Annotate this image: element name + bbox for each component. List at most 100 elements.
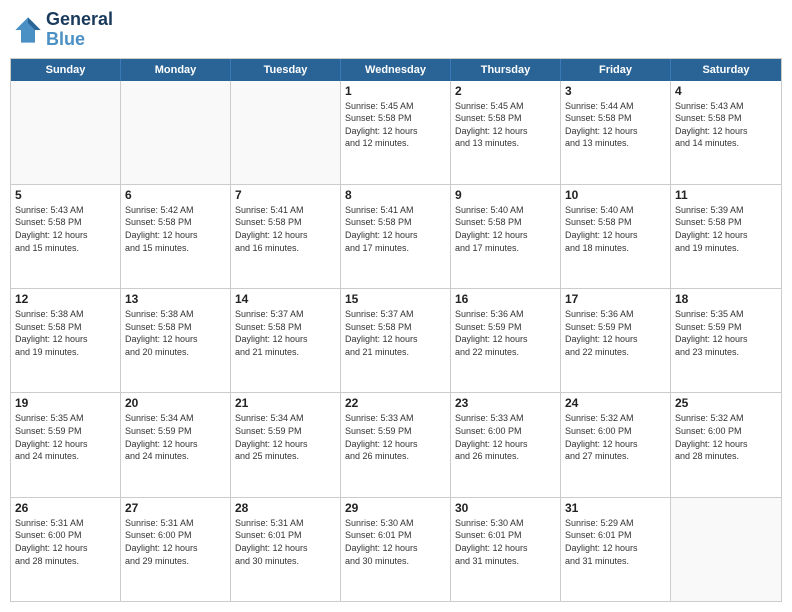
- day-cell-30: 30Sunrise: 5:30 AM Sunset: 6:01 PM Dayli…: [451, 498, 561, 601]
- day-header-saturday: Saturday: [671, 59, 781, 81]
- day-info: Sunrise: 5:41 AM Sunset: 5:58 PM Dayligh…: [345, 204, 446, 254]
- day-header-sunday: Sunday: [11, 59, 121, 81]
- calendar: SundayMondayTuesdayWednesdayThursdayFrid…: [10, 58, 782, 602]
- empty-cell: [11, 81, 121, 184]
- day-info: Sunrise: 5:34 AM Sunset: 5:59 PM Dayligh…: [125, 412, 226, 462]
- day-number: 16: [455, 292, 556, 306]
- day-info: Sunrise: 5:31 AM Sunset: 6:00 PM Dayligh…: [125, 517, 226, 567]
- day-cell-8: 8 Sunrise: 5:41 AM Sunset: 5:58 PM Daylig…: [341, 185, 451, 288]
- day-cell-13: 13Sunrise: 5:38 AM Sunset: 5:58 PM Dayli…: [121, 289, 231, 392]
- day-cell-14: 14Sunrise: 5:37 AM Sunset: 5:58 PM Dayli…: [231, 289, 341, 392]
- page-container: General Blue SundayMondayTuesdayWednesda…: [0, 0, 792, 612]
- day-number: 5: [15, 188, 116, 202]
- day-header-thursday: Thursday: [451, 59, 561, 81]
- day-number: 9: [455, 188, 556, 202]
- day-cell-2: 2 Sunrise: 5:45 AM Sunset: 5:58 PM Daylig…: [451, 81, 561, 184]
- day-info: Sunrise: 5:42 AM Sunset: 5:58 PM Dayligh…: [125, 204, 226, 254]
- day-header-monday: Monday: [121, 59, 231, 81]
- day-number: 14: [235, 292, 336, 306]
- day-cell-15: 15 Sunrise: 5:37 AM Sunset: 5:58 PM Dayli…: [341, 289, 451, 392]
- day-number: 11: [675, 188, 777, 202]
- day-number: 23: [455, 396, 556, 410]
- day-cell-23: 23 Sunrise: 5:33 AM Sunset: 6:00 PM Dayli…: [451, 393, 561, 496]
- calendar-row-1: 1Sunrise: 5:45 AM Sunset: 5:58 PM Daylig…: [11, 81, 781, 184]
- day-info: Sunrise: 5:34 AM Sunset: 5:59 PM Dayligh…: [235, 412, 336, 462]
- day-cell-26: 26Sunrise: 5:31 AM Sunset: 6:00 PM Dayli…: [11, 498, 121, 601]
- day-info: Sunrise: 5:35 AM Sunset: 5:59 PM Dayligh…: [15, 412, 116, 462]
- day-number: 8: [345, 188, 446, 202]
- day-number: 15: [345, 292, 446, 306]
- day-info: Sunrise: 5:30 AM Sunset: 6:01 PM Dayligh…: [345, 517, 446, 567]
- day-header-tuesday: Tuesday: [231, 59, 341, 81]
- page-header: General Blue: [10, 10, 782, 50]
- day-cell-5: 5 Sunrise: 5:43 AM Sunset: 5:58 PM Daylig…: [11, 185, 121, 288]
- calendar-body: 1Sunrise: 5:45 AM Sunset: 5:58 PM Daylig…: [11, 81, 781, 601]
- calendar-row-3: 12 Sunrise: 5:38 AM Sunset: 5:58 PM Dayli…: [11, 288, 781, 392]
- day-info: Sunrise: 5:40 AM Sunset: 5:58 PM Dayligh…: [565, 204, 666, 254]
- logo: General Blue: [14, 10, 113, 50]
- day-cell-25: 25 Sunrise: 5:32 AM Sunset: 6:00 PM Dayli…: [671, 393, 781, 496]
- day-info: Sunrise: 5:41 AM Sunset: 5:58 PM Dayligh…: [235, 204, 336, 254]
- day-info: Sunrise: 5:31 AM Sunset: 6:01 PM Dayligh…: [235, 517, 336, 567]
- day-info: Sunrise: 5:45 AM Sunset: 5:58 PM Dayligh…: [345, 100, 446, 150]
- day-header-friday: Friday: [561, 59, 671, 81]
- day-cell-10: 10Sunrise: 5:40 AM Sunset: 5:58 PM Dayli…: [561, 185, 671, 288]
- day-number: 24: [565, 396, 666, 410]
- empty-cell: [121, 81, 231, 184]
- logo-text: General Blue: [46, 10, 113, 50]
- day-number: 6: [125, 188, 226, 202]
- day-info: Sunrise: 5:32 AM Sunset: 6:00 PM Dayligh…: [675, 412, 777, 462]
- day-info: Sunrise: 5:35 AM Sunset: 5:59 PM Dayligh…: [675, 308, 777, 358]
- day-number: 20: [125, 396, 226, 410]
- day-info: Sunrise: 5:43 AM Sunset: 5:58 PM Dayligh…: [15, 204, 116, 254]
- day-cell-9: 9 Sunrise: 5:40 AM Sunset: 5:58 PM Daylig…: [451, 185, 561, 288]
- day-cell-24: 24 Sunrise: 5:32 AM Sunset: 6:00 PM Dayli…: [561, 393, 671, 496]
- day-cell-7: 7 Sunrise: 5:41 AM Sunset: 5:58 PM Daylig…: [231, 185, 341, 288]
- day-number: 29: [345, 501, 446, 515]
- day-cell-17: 17 Sunrise: 5:36 AM Sunset: 5:59 PM Dayli…: [561, 289, 671, 392]
- day-number: 17: [565, 292, 666, 306]
- day-info: Sunrise: 5:31 AM Sunset: 6:00 PM Dayligh…: [15, 517, 116, 567]
- day-cell-21: 21 Sunrise: 5:34 AM Sunset: 5:59 PM Dayli…: [231, 393, 341, 496]
- day-cell-31: 31Sunrise: 5:29 AM Sunset: 6:01 PM Dayli…: [561, 498, 671, 601]
- day-cell-22: 22 Sunrise: 5:33 AM Sunset: 5:59 PM Dayli…: [341, 393, 451, 496]
- day-info: Sunrise: 5:39 AM Sunset: 5:58 PM Dayligh…: [675, 204, 777, 254]
- day-cell-12: 12 Sunrise: 5:38 AM Sunset: 5:58 PM Dayli…: [11, 289, 121, 392]
- day-number: 22: [345, 396, 446, 410]
- day-number: 2: [455, 84, 556, 98]
- day-cell-27: 27Sunrise: 5:31 AM Sunset: 6:00 PM Dayli…: [121, 498, 231, 601]
- empty-cell: [231, 81, 341, 184]
- day-info: Sunrise: 5:45 AM Sunset: 5:58 PM Dayligh…: [455, 100, 556, 150]
- day-info: Sunrise: 5:33 AM Sunset: 5:59 PM Dayligh…: [345, 412, 446, 462]
- day-number: 4: [675, 84, 777, 98]
- day-number: 30: [455, 501, 556, 515]
- day-number: 13: [125, 292, 226, 306]
- day-number: 25: [675, 396, 777, 410]
- day-cell-11: 11 Sunrise: 5:39 AM Sunset: 5:58 PM Dayli…: [671, 185, 781, 288]
- day-info: Sunrise: 5:44 AM Sunset: 5:58 PM Dayligh…: [565, 100, 666, 150]
- calendar-row-5: 26Sunrise: 5:31 AM Sunset: 6:00 PM Dayli…: [11, 497, 781, 601]
- day-header-wednesday: Wednesday: [341, 59, 451, 81]
- day-info: Sunrise: 5:36 AM Sunset: 5:59 PM Dayligh…: [565, 308, 666, 358]
- day-cell-3: 3 Sunrise: 5:44 AM Sunset: 5:58 PM Daylig…: [561, 81, 671, 184]
- day-info: Sunrise: 5:32 AM Sunset: 6:00 PM Dayligh…: [565, 412, 666, 462]
- day-cell-29: 29 Sunrise: 5:30 AM Sunset: 6:01 PM Dayli…: [341, 498, 451, 601]
- day-number: 19: [15, 396, 116, 410]
- day-number: 12: [15, 292, 116, 306]
- day-number: 21: [235, 396, 336, 410]
- day-number: 31: [565, 501, 666, 515]
- day-number: 28: [235, 501, 336, 515]
- day-cell-4: 4 Sunrise: 5:43 AM Sunset: 5:58 PM Daylig…: [671, 81, 781, 184]
- day-info: Sunrise: 5:38 AM Sunset: 5:58 PM Dayligh…: [15, 308, 116, 358]
- day-cell-1: 1Sunrise: 5:45 AM Sunset: 5:58 PM Daylig…: [341, 81, 451, 184]
- day-info: Sunrise: 5:40 AM Sunset: 5:58 PM Dayligh…: [455, 204, 556, 254]
- day-number: 3: [565, 84, 666, 98]
- day-number: 7: [235, 188, 336, 202]
- day-info: Sunrise: 5:33 AM Sunset: 6:00 PM Dayligh…: [455, 412, 556, 462]
- calendar-row-4: 19 Sunrise: 5:35 AM Sunset: 5:59 PM Dayli…: [11, 392, 781, 496]
- logo-icon: [14, 16, 42, 44]
- day-info: Sunrise: 5:37 AM Sunset: 5:58 PM Dayligh…: [345, 308, 446, 358]
- calendar-header: SundayMondayTuesdayWednesdayThursdayFrid…: [11, 59, 781, 81]
- day-info: Sunrise: 5:43 AM Sunset: 5:58 PM Dayligh…: [675, 100, 777, 150]
- calendar-row-2: 5 Sunrise: 5:43 AM Sunset: 5:58 PM Daylig…: [11, 184, 781, 288]
